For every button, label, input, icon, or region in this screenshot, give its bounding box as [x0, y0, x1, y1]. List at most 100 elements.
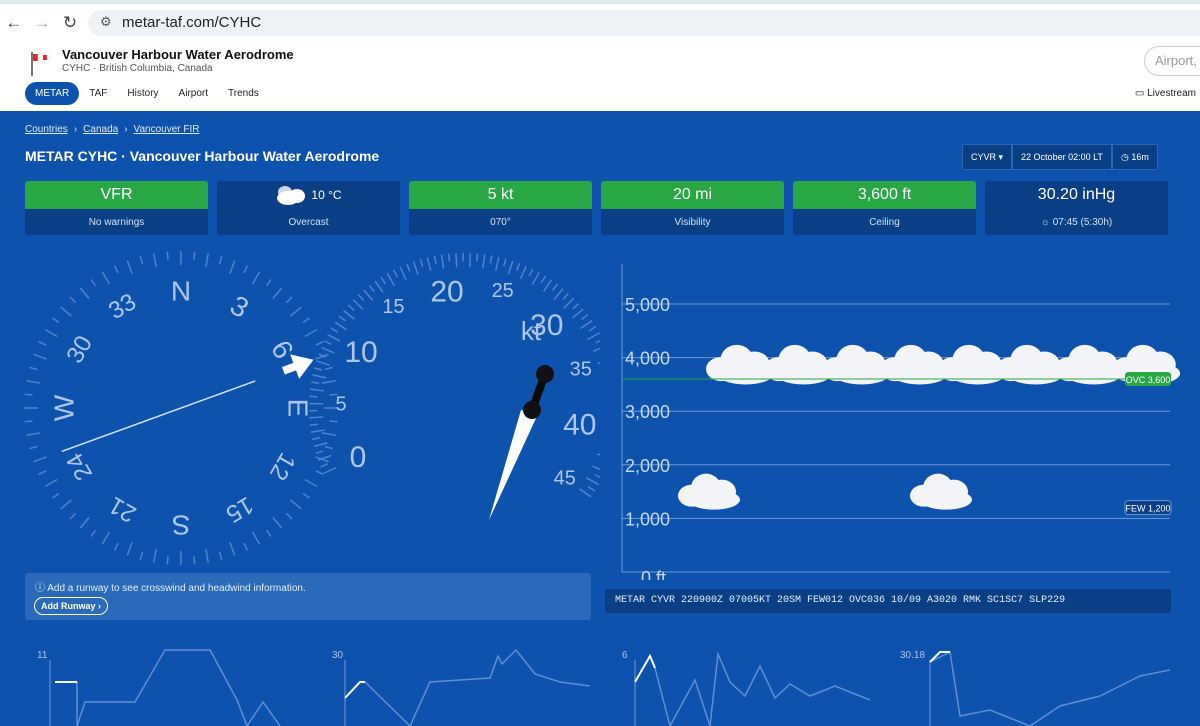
- speed-tick: [587, 485, 596, 492]
- forward-icon[interactable]: →: [32, 13, 52, 33]
- compass-tick: [90, 529, 97, 538]
- compass-tick: [26, 432, 41, 437]
- speed-tick: [313, 442, 328, 448]
- cloud-shape: [910, 473, 972, 510]
- compass-tick: [324, 445, 333, 450]
- compass-tick: [205, 548, 210, 563]
- speed-tick: [392, 269, 398, 278]
- few-layer-badge: FEW 1,200: [1124, 500, 1172, 516]
- speed-tick: [542, 279, 553, 292]
- speed-tick: [338, 315, 347, 322]
- tab-trends[interactable]: Trends: [218, 82, 269, 105]
- speed-tick: [592, 465, 600, 471]
- add-runway-button[interactable]: Add Runway ›: [34, 597, 109, 615]
- back-icon[interactable]: ←: [4, 13, 24, 33]
- tab-airport[interactable]: Airport: [169, 82, 218, 105]
- trend-label: 30.18: [900, 650, 925, 661]
- compass-tick: [265, 278, 272, 287]
- speed-tick: [419, 259, 424, 268]
- browser-toolbar: ← → ↻ ⚙ metar-taf.com/CYHC: [0, 0, 1200, 40]
- tab-taf[interactable]: TAF: [79, 82, 117, 105]
- speed-tick: [572, 308, 584, 319]
- tab-history[interactable]: History: [117, 82, 168, 105]
- speed-tick: [406, 263, 411, 272]
- speed-tick: [494, 256, 500, 271]
- speed-tick: [323, 466, 337, 475]
- livestream-link[interactable]: ▭ Livestream: [1135, 88, 1196, 99]
- speed-label: 5: [335, 393, 346, 415]
- ceiling-card: 3,600 ft Ceiling: [793, 181, 976, 235]
- compass-tick: [26, 379, 41, 384]
- compass-tick: [166, 556, 169, 565]
- compass-tick: [315, 340, 324, 346]
- speed-tick: [321, 346, 335, 354]
- speed-label: 40: [563, 408, 596, 441]
- wind-gauges: N 36E1215S2124W3033051015 20 2530354045kt: [24, 251, 600, 565]
- speed-tick: [540, 275, 547, 284]
- speed-tick: [489, 255, 493, 264]
- speed-tick: [586, 477, 600, 486]
- flight-category-card: VFR No warnings: [25, 181, 208, 235]
- speed-tick: [426, 257, 432, 272]
- report-controls: CYVR ▾ 22 October 02:00 LT ◷ 16m: [962, 144, 1158, 170]
- speed-tick: [309, 395, 318, 398]
- speed-label: 45: [554, 468, 576, 490]
- station-select[interactable]: CYVR ▾: [962, 144, 1013, 170]
- airport-title: Vancouver Harbour Water Aerodrome: [62, 47, 294, 62]
- compass-label: N: [171, 276, 191, 307]
- speed-tick: [327, 333, 341, 342]
- speed-tick: [310, 388, 325, 392]
- speed-tick: [455, 253, 458, 268]
- cloud-y-tick: 2,000: [625, 456, 670, 476]
- compass-tick: [126, 260, 133, 274]
- speed-tick: [551, 283, 558, 292]
- speed-label: 0: [350, 441, 367, 474]
- compass-tick: [329, 420, 338, 423]
- speed-tick: [476, 253, 479, 262]
- speed-tick: [562, 292, 569, 300]
- cloud-shape: [764, 344, 833, 385]
- site-header: Vancouver Harbour Water Aerodrome CYHC ·…: [0, 40, 1200, 111]
- address-bar[interactable]: ⚙ metar-taf.com/CYHC: [88, 10, 1200, 36]
- cloud-shape: [706, 344, 775, 385]
- speed-label: 25: [492, 280, 514, 302]
- compass-tick: [290, 306, 302, 317]
- airport-search-input[interactable]: Airport, c: [1144, 46, 1200, 76]
- flight-category-value: VFR: [25, 181, 208, 209]
- site-settings-icon[interactable]: ⚙: [100, 14, 112, 30]
- windsock-flag-icon: [31, 52, 51, 76]
- speed-tick: [586, 332, 600, 341]
- compass-tick: [152, 548, 157, 563]
- speed-tick: [572, 303, 580, 310]
- trend-current: [344, 681, 365, 699]
- compass-label: 12: [264, 448, 301, 485]
- datetime-select[interactable]: 22 October 02:00 LT: [1012, 144, 1112, 170]
- breadcrumb-countries[interactable]: Countries: [25, 124, 68, 135]
- speed-tick: [374, 280, 384, 293]
- speed-tick: [412, 261, 419, 275]
- speed-tick: [316, 360, 330, 366]
- compass-tick: [251, 271, 261, 285]
- speed-tick: [468, 253, 472, 268]
- speed-tick: [386, 272, 395, 286]
- trend-label: 30: [332, 650, 344, 661]
- speed-tick: [323, 340, 332, 346]
- compass-tick: [152, 253, 157, 268]
- breadcrumb-fir[interactable]: Vancouver FIR: [134, 124, 200, 135]
- visibility-label: Visibility: [674, 216, 711, 228]
- speed-tick: [368, 284, 375, 293]
- compass-tick: [166, 251, 169, 260]
- tab-metar[interactable]: METAR: [25, 82, 80, 105]
- speed-tick: [330, 327, 339, 333]
- compass-tick: [229, 542, 236, 556]
- speed-tick: [309, 423, 318, 426]
- breadcrumb-canada[interactable]: Canada: [83, 124, 118, 135]
- compass-tick: [113, 542, 119, 551]
- speed-tick: [528, 268, 534, 277]
- cloud-shape: [822, 344, 891, 385]
- reload-icon[interactable]: ↻: [60, 13, 80, 33]
- speed-tick: [399, 266, 407, 280]
- trend-line: [929, 650, 1171, 726]
- cloud-y-tick: 5,000: [625, 295, 670, 315]
- compass-tick: [126, 542, 133, 556]
